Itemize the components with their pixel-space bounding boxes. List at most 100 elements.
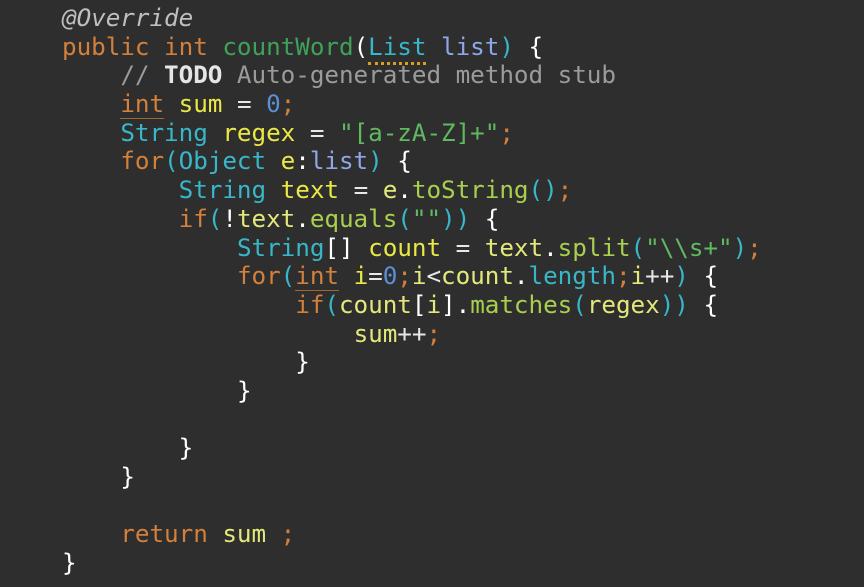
code-line[interactable]: for(Object e:list) { [0, 147, 864, 176]
code-line[interactable]: public int countWord(List list) { [0, 31, 864, 65]
code-token-keyword: for [236, 261, 281, 291]
code-token-punctuation: . [543, 232, 558, 262]
code-line[interactable]: return sum ; [0, 520, 864, 549]
code-line[interactable]: sum++; [0, 318, 864, 349]
code-token-semicolon: ; [426, 318, 442, 348]
code-token-keyword: if [178, 203, 208, 233]
code-token-punct-cyan: )) [441, 203, 471, 233]
code-line[interactable]: for(int i=0;i<count.length;i++) { [0, 261, 864, 292]
code-token-punctuation: ( [353, 31, 369, 61]
code-token-operator: < [426, 261, 442, 291]
code-token-semicolon: ; [397, 261, 412, 291]
code-token-punctuation: [ [411, 289, 427, 319]
code-token-parameter: list [441, 31, 500, 61]
code-token-method-declaration: countWord [222, 31, 354, 61]
code-token-keyword: for [120, 146, 165, 176]
code-token-method-call: split [557, 232, 631, 262]
code-line[interactable]: if(!text.equals("")) { [0, 203, 864, 234]
code-line[interactable]: } [0, 462, 864, 492]
code-token-semicolon: ; [747, 232, 762, 262]
code-token-string: "[a-zA-Z]+" [338, 117, 500, 147]
code-token-punctuation: [] [324, 232, 354, 262]
code-line[interactable]: } [0, 548, 864, 578]
code-token-type: String [178, 175, 267, 205]
code-line[interactable]: if(count[i].matches(regex)) { [0, 289, 864, 320]
code-token-punct-cyan: () [528, 175, 558, 205]
code-token-semicolon: ; [499, 117, 514, 147]
code-token-operator: ++ [645, 261, 675, 291]
code-token-punctuation: ! [222, 203, 237, 233]
code-token-local-variable: count [368, 232, 442, 262]
code-token-operator: = [368, 261, 383, 291]
code-token-local-variable-soft: text [484, 232, 544, 262]
code-token-operator: = [353, 175, 369, 205]
code-text-area[interactable]: @Override public int countWord(List list)… [0, 3, 864, 578]
code-token-punct-cyan: ( [630, 232, 646, 262]
code-token-brace: } [120, 462, 135, 491]
code-token-punct-cyan: )) [659, 289, 689, 319]
code-token-operator: ++ [397, 318, 427, 348]
code-token-comment: Auto-generated method stub [222, 60, 616, 90]
code-line[interactable]: int sum = 0; [0, 89, 864, 120]
code-line[interactable] [0, 492, 864, 521]
code-token-brace: { [484, 203, 500, 233]
code-line[interactable]: } [0, 375, 864, 406]
code-token-local-variable: sum [178, 89, 223, 119]
code-token-number: 0 [382, 261, 398, 291]
code-token-local-variable-soft: text [236, 203, 296, 233]
code-token-number: 0 [266, 89, 281, 119]
code-token-method-call: equals [309, 203, 398, 233]
code-editor-surface[interactable]: @Override public int countWord(List list)… [0, 0, 864, 587]
code-token-brace: } [178, 433, 194, 463]
code-token-brace: { [703, 289, 719, 319]
code-line[interactable]: String[] count = text.split("\\s+"); [0, 232, 864, 263]
code-token-punct-cyan: ) [368, 146, 383, 176]
code-line[interactable] [0, 406, 864, 435]
code-token-local-variable: i [353, 261, 369, 291]
code-token-local-variable: regex [222, 117, 296, 147]
code-token-local-variable-soft: sum [353, 318, 398, 348]
code-token-punctuation: . [397, 175, 412, 205]
code-line[interactable]: } [0, 347, 864, 377]
code-token-punct-cyan: ( [397, 203, 412, 233]
code-token-punct-cyan: ) [674, 261, 689, 291]
code-line[interactable]: // TODO Auto-generated method stub [0, 61, 864, 90]
code-line[interactable]: String text = e.toString(); [0, 175, 864, 205]
code-token-punctuation: . [455, 289, 471, 319]
code-token-semicolon: ; [557, 175, 573, 205]
code-line[interactable]: } [0, 433, 864, 463]
code-token-brace: } [236, 375, 252, 405]
code-token-brace: { [703, 261, 719, 291]
code-token-local-variable: e [280, 146, 296, 176]
code-token-punctuation: ] [441, 289, 456, 319]
code-token-brace: { [397, 146, 412, 176]
code-line[interactable]: String regex = "[a-zA-Z]+"; [0, 117, 864, 148]
code-token-keyword-decl: int [120, 89, 165, 120]
code-line[interactable]: @Override [0, 3, 864, 33]
